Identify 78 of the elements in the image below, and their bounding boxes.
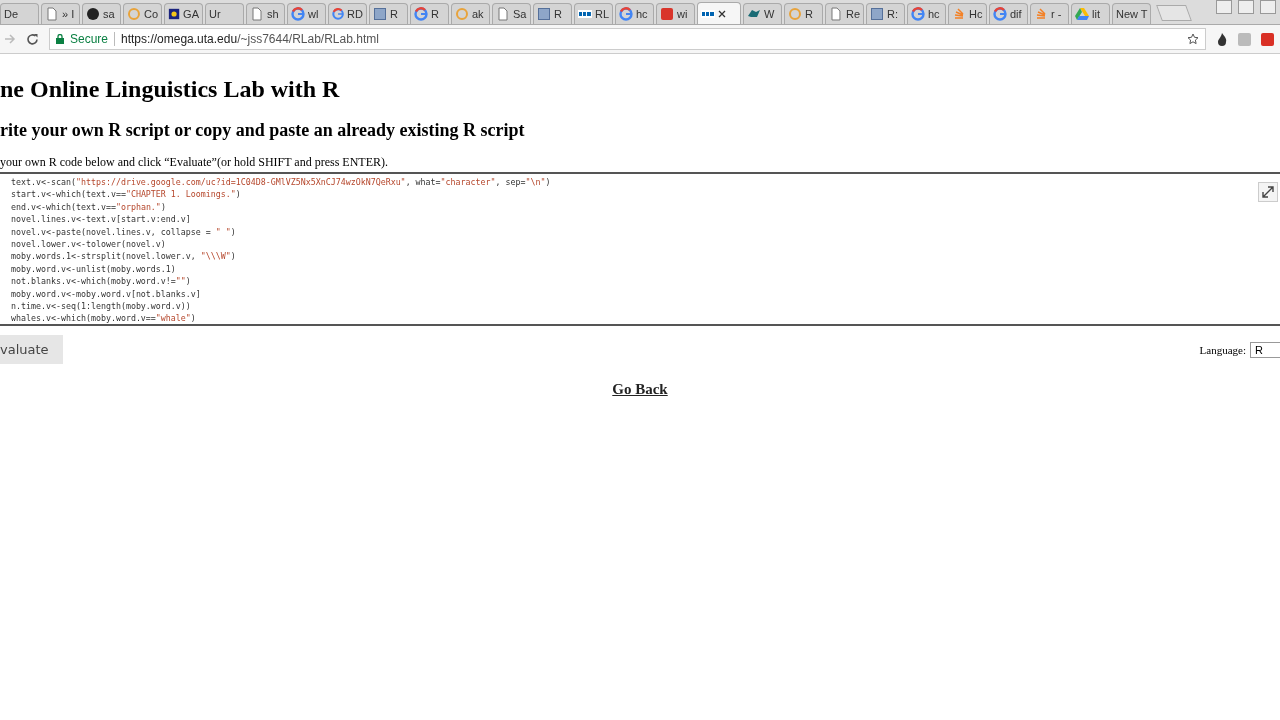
browser-tab[interactable]: sh	[246, 3, 285, 24]
evaluate-button[interactable]: valuate	[0, 335, 63, 364]
browser-tab[interactable]: R:	[866, 3, 905, 24]
square-icon	[373, 7, 387, 21]
square-icon	[537, 7, 551, 21]
page-icon	[829, 7, 843, 21]
code-line: whales.v<-which(moby.word.v=="whale")	[11, 312, 196, 325]
app-icon	[660, 7, 674, 21]
instructions-text: your own R code below and click “Evaluate”(or hold SHIFT and press ENTER).	[0, 154, 389, 170]
language-label: Language:	[1199, 343, 1246, 356]
browser-tab[interactable]: Co	[123, 3, 162, 24]
close-icon[interactable]	[718, 9, 726, 18]
star-icon[interactable]	[1187, 33, 1199, 45]
browser-tab[interactable]: De	[0, 3, 39, 24]
code-line: not.blanks.v<-which(moby.word.v!="")	[11, 275, 191, 288]
code-line: novel.lower.v<-tolower(novel.v)	[11, 238, 166, 251]
lock-icon	[56, 34, 64, 44]
browser-tab[interactable]: W	[743, 3, 782, 24]
drive-icon	[1075, 7, 1089, 21]
browser-tab[interactable]: RL	[574, 3, 613, 24]
extension-icon[interactable]	[1261, 32, 1274, 46]
browser-tab[interactable]: r -	[1030, 3, 1069, 24]
browser-tab[interactable]: lit	[1071, 3, 1110, 24]
code-line: moby.word.v<-moby.word.v[not.blanks.v]	[11, 287, 201, 301]
browser-tab[interactable]: R	[369, 3, 408, 24]
browser-tab[interactable]: Sa	[492, 3, 531, 24]
language-field[interactable]: R	[1250, 341, 1280, 358]
browser-tab[interactable]: R	[533, 3, 572, 24]
browser-tab[interactable]: » I	[41, 3, 80, 24]
badge-icon	[168, 7, 181, 21]
code-line: start.v<-which(text.v=="CHAPTER 1. Loomings.")	[11, 188, 241, 201]
code-line: text.v<-scan("https://drive.google.com/uc?id=1C04D8-GMlVZ5Nx5XnCJ74wzOkN7QeRxu", what="character", sep="\n")	[11, 176, 551, 189]
google-icon	[993, 7, 1007, 21]
page-icon	[496, 7, 510, 21]
browser-tab[interactable]: ak	[451, 3, 490, 24]
google-icon	[291, 7, 305, 21]
browser-tab[interactable]: RD	[328, 3, 367, 24]
page-subtitle: rite your own R script or copy and paste an already existing R script	[0, 119, 526, 142]
browser-tab[interactable]: dif	[989, 3, 1028, 24]
browser-tab[interactable]: hc	[615, 3, 654, 24]
expand-icon[interactable]	[1258, 182, 1278, 202]
google-icon	[619, 7, 633, 21]
code-editor[interactable]	[0, 172, 1280, 326]
security-label: Secure	[70, 32, 109, 46]
url-text: https://omega.uta.edu/~jss7644/RLab/RLab.html	[121, 32, 379, 46]
ring-icon	[788, 7, 802, 21]
address-field[interactable]: Secure https://omega.uta.edu/~jss7644/RLab/RLab.html	[49, 28, 1206, 50]
google-icon	[414, 7, 428, 21]
code-line: novel.lines.v<-text.v[start.v:end.v]	[11, 213, 191, 226]
browser-tab[interactable]	[697, 2, 741, 24]
browser-tab[interactable]: Hc	[948, 3, 987, 24]
page-title: ne Online Linguistics Lab with R	[0, 75, 341, 104]
page-icon	[45, 7, 59, 21]
code-line: novel.v<-paste(novel.lines.v, collapse = " ")	[11, 225, 236, 239]
code-line: moby.word.v<-unlist(moby.words.1)	[11, 262, 176, 276]
browser-tab[interactable]: R	[784, 3, 823, 24]
stack-icon	[1034, 7, 1048, 21]
code-line: n.time.v<-seq(1:length(moby.word.v))	[11, 300, 191, 313]
browser-tab[interactable]: hc	[907, 3, 946, 24]
browser-tab[interactable]: sa	[82, 3, 121, 24]
code-line: end.v<-which(text.v=="orphan.")	[11, 200, 166, 214]
stack-icon	[952, 7, 966, 21]
google-icon	[911, 7, 925, 21]
ring-icon	[127, 7, 141, 21]
browser-tab[interactable]: R	[410, 3, 449, 24]
browser-tab[interactable]: Re	[825, 3, 864, 24]
go-back-link[interactable]: Go Back	[612, 381, 668, 398]
page-icon	[250, 7, 264, 21]
browser-tab[interactable]: wl	[287, 3, 326, 24]
google-icon	[332, 7, 345, 21]
ring-icon	[455, 7, 469, 21]
square-icon	[870, 7, 884, 21]
reload-icon[interactable]	[26, 32, 39, 46]
code-line: moby.words.1<-strsplit(novel.lower.v, "\\\W")	[11, 250, 236, 263]
browser-tab[interactable]: Ur	[205, 3, 244, 24]
browser-tab[interactable]: GA	[164, 3, 203, 24]
browser-tab[interactable]: wi	[656, 3, 695, 24]
browser-tab[interactable]: New T	[1112, 3, 1151, 24]
